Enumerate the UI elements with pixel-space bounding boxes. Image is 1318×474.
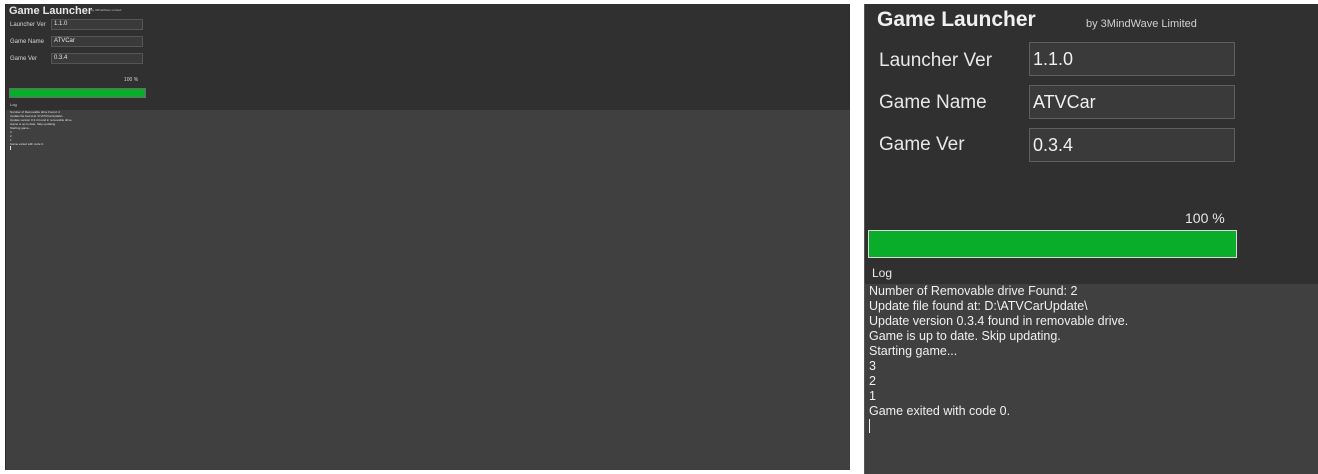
log-label: Log <box>872 266 893 280</box>
header-panel: Game Launcher by 3MindWave Limited Launc… <box>865 4 1318 284</box>
game-ver-label: Game Ver <box>10 56 38 62</box>
progress-bar <box>9 88 146 98</box>
launcher-ver-label: Launcher Ver <box>10 22 46 28</box>
progress-percent: 100 % <box>1185 210 1225 226</box>
game-ver-field[interactable]: 0.3.4 <box>51 53 143 64</box>
launcher-window-small: Game Launcher by 3MindWave Limited Launc… <box>5 4 850 470</box>
log-line: Game is up to date. Skip updating. <box>869 329 1061 343</box>
log-textbox[interactable]: Number of Removable drive Found: 2 Update… <box>867 284 1318 474</box>
game-ver-field[interactable]: 0.3.4 <box>1029 128 1235 162</box>
log-line: Update version 0.3.4 found in removable … <box>869 314 1129 328</box>
text-caret <box>869 419 870 433</box>
log-line: 3 <box>869 359 876 373</box>
log-textbox[interactable]: Number of Removable drive Found: 2 Update… <box>9 110 849 470</box>
game-ver-label: Game Ver <box>879 134 965 155</box>
log-line: Number of Removable drive Found: 2 <box>869 284 1078 298</box>
text-caret <box>10 146 11 150</box>
progress-percent: 100 % <box>124 77 139 83</box>
progress-fill <box>10 89 145 97</box>
app-byline: by 3MindWave Limited <box>1086 18 1197 30</box>
game-name-label: Game Name <box>879 92 987 113</box>
game-name-field[interactable]: ATVCar <box>51 36 143 47</box>
launcher-ver-label: Launcher Ver <box>879 50 993 71</box>
progress-bar <box>868 230 1237 258</box>
log-line: 1 <box>869 389 876 403</box>
log-label: Log <box>10 102 17 107</box>
game-name-label: Game Name <box>10 39 45 45</box>
header-panel: Game Launcher by 3MindWave Limited Launc… <box>6 4 850 110</box>
launcher-ver-field[interactable]: 1.1.0 <box>1029 42 1235 76</box>
game-name-field[interactable]: ATVCar <box>1029 85 1235 119</box>
launcher-ver-field[interactable]: 1.1.0 <box>51 19 143 30</box>
app-title: Game Launcher <box>9 5 93 17</box>
log-line: Starting game... <box>869 344 958 358</box>
launcher-window-zoomed: Game Launcher by 3MindWave Limited Launc… <box>864 4 1318 474</box>
progress-fill <box>869 231 1236 257</box>
app-title: Game Launcher <box>877 8 1036 31</box>
log-line: Update file found at: D:\ATVCarUpdate\ <box>869 299 1088 313</box>
log-line: 2 <box>869 374 876 388</box>
app-byline: by 3MindWave Limited <box>91 8 122 12</box>
log-line: Game exited with code 0. <box>869 404 1011 418</box>
